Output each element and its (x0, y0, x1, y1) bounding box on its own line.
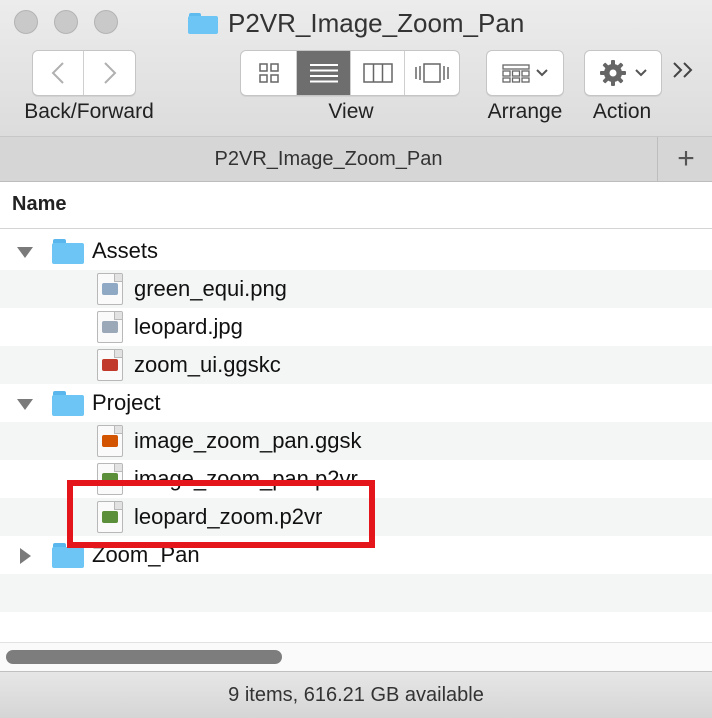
gear-icon (600, 60, 626, 86)
double-chevron-right-icon[interactable] (672, 58, 696, 86)
zoom-button[interactable] (94, 10, 118, 34)
toolbar: P2VR_Image_Zoom_Pan Back/Forward View Ar… (0, 0, 712, 137)
window-title: P2VR_Image_Zoom_Pan (188, 6, 524, 40)
item-label: image_zoom_pan.ggsk (134, 428, 362, 453)
status-bar: 9 items, 616.21 GB available (0, 671, 712, 718)
item-label: leopard.jpg (134, 314, 243, 339)
jpg-file-icon (97, 311, 123, 343)
disclosure-triangle-down-icon[interactable] (16, 243, 34, 261)
empty-row (0, 574, 712, 612)
list-item[interactable]: leopard.jpg (0, 308, 712, 346)
list-item[interactable]: Project (0, 384, 712, 422)
list-item[interactable]: zoom_ui.ggskc (0, 346, 712, 384)
chevron-left-icon (51, 62, 64, 84)
item-label: Assets (92, 238, 159, 263)
back-button[interactable] (33, 51, 84, 95)
folder-icon (52, 238, 84, 264)
tab-current-folder[interactable]: P2VR_Image_Zoom_Pan (0, 137, 658, 181)
item-label: green_equi.png (134, 276, 287, 301)
chevron-right-icon (103, 62, 116, 84)
close-button[interactable] (14, 10, 38, 34)
scrollbar-thumb[interactable] (6, 650, 282, 664)
back-forward-label: Back/Forward (24, 100, 154, 123)
action-segment (585, 51, 661, 95)
horizontal-scrollbar[interactable] (0, 642, 712, 671)
folder-icon (52, 390, 84, 416)
list-item[interactable]: green_equi.png (0, 270, 712, 308)
arrange-grid-icon (502, 64, 530, 83)
path-bar: P2VR_Image_Zoom_Pan + (0, 137, 712, 182)
action-label: Action (592, 100, 652, 123)
file-list: Assets green_equi.png leopard.jpg zoom_u… (0, 232, 712, 642)
status-text: 9 items, 616.21 GB available (228, 684, 484, 706)
ggsk-file-icon (97, 425, 123, 457)
icon-view-button[interactable] (241, 51, 297, 95)
arrange-button[interactable] (486, 50, 564, 96)
list-item[interactable]: Assets (0, 232, 712, 270)
chevron-down-icon (635, 69, 647, 77)
window-title-text: P2VR_Image_Zoom_Pan (228, 7, 525, 38)
cover-flow-view-button[interactable] (405, 51, 459, 95)
disclosure-triangle-right-icon[interactable] (16, 547, 34, 565)
finder-window: P2VR_Image_Zoom_Pan Back/Forward View Ar… (0, 0, 712, 718)
view-label: View (328, 100, 374, 123)
png-file-icon (97, 273, 123, 305)
view-mode-control (240, 50, 460, 96)
item-label: zoom_ui.ggskc (134, 352, 281, 377)
back-forward-control (32, 50, 136, 96)
disclosure-triangle-down-icon[interactable] (16, 395, 34, 413)
columns-icon (362, 63, 393, 83)
icon-grid-icon (258, 63, 279, 83)
list-view-button[interactable] (297, 51, 351, 95)
folder-icon (188, 12, 218, 34)
forward-button[interactable] (84, 51, 135, 95)
minimize-button[interactable] (54, 10, 78, 34)
list-lines-icon (309, 64, 338, 83)
ggskc-file-icon (97, 349, 123, 381)
new-tab-button[interactable]: + (660, 137, 712, 181)
name-column-header[interactable]: Name (12, 193, 66, 216)
chevron-down-icon (536, 69, 548, 77)
cover-flow-icon (415, 63, 449, 83)
action-button[interactable] (584, 50, 662, 96)
arrange-segment (487, 51, 563, 95)
arrange-label: Arrange (487, 100, 563, 123)
column-header: Name (0, 182, 712, 229)
list-item[interactable]: image_zoom_pan.ggsk (0, 422, 712, 460)
column-view-button[interactable] (351, 51, 405, 95)
item-label: Project (92, 390, 161, 415)
highlight-box (67, 480, 375, 548)
